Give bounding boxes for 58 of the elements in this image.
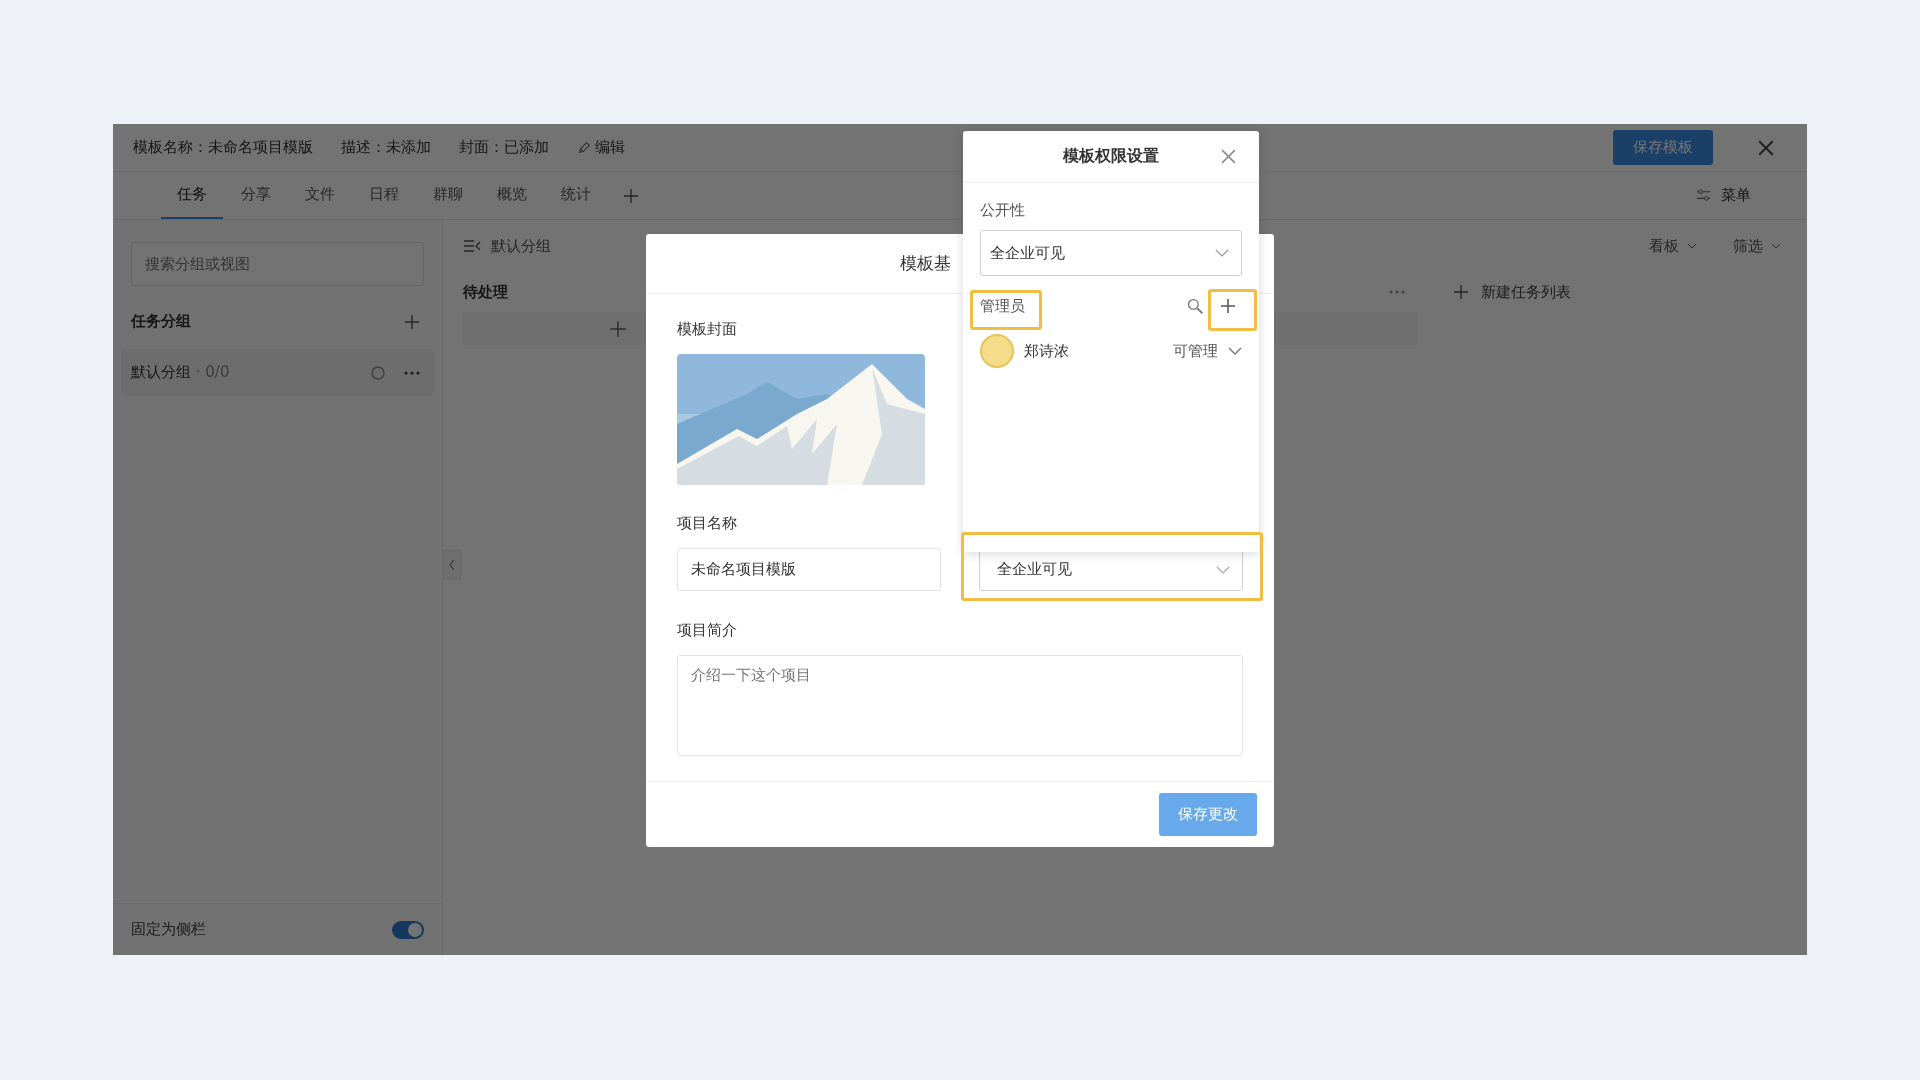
pin-toggle[interactable] [392,920,424,939]
chevron-icon [1215,249,1229,257]
save-template-button[interactable]: 保存模板 [1613,130,1713,165]
search-field[interactable]: 搜索分组或视图 [131,242,424,286]
tab[interactable]: 文件 [289,172,351,219]
collapse-list-icon[interactable] [463,240,481,252]
section-title: 任务分组 [131,312,191,331]
save-changes-button[interactable]: 保存更改 [1159,793,1257,836]
add-icon [609,319,627,338]
pin-label: 固定为侧栏 [131,920,206,939]
name-field[interactable]: 未命名项目模版 [677,548,941,591]
tab[interactable]: 日程 [353,172,415,219]
dialog-title: 模板基 [899,252,951,275]
highlight-frame [970,290,1042,330]
tab[interactable]: 统计 [545,172,607,219]
avatar [980,334,1014,368]
field-label: 项目简介 [677,620,738,641]
header-field: 封面：已添加 [459,138,549,157]
visibility-select[interactable]: 全企业可见 [980,230,1242,276]
circle-icon [370,364,386,381]
chevron-left-icon [449,559,455,571]
group-breadcrumb: 默认分组 [491,236,551,256]
menu-button[interactable]: 菜单 [1690,172,1757,219]
tab[interactable]: 群聊 [417,172,479,219]
caret-icon [1771,243,1781,249]
add-icon [1453,284,1469,300]
chevron-icon [1216,565,1230,574]
search-icon[interactable] [1187,297,1204,315]
member-name: 郑诗浓 [1024,341,1069,361]
header-field: 模板名称：未命名项目模版 [133,138,313,157]
more-icon[interactable] [1389,289,1405,295]
chevron-icon [1228,347,1242,355]
pencil-icon [577,140,591,155]
tab[interactable]: 分享 [225,172,287,219]
panel-title: 模板权限设置 [1063,146,1159,167]
header-field: 描述：未添加 [341,138,431,157]
collapse-handle[interactable] [443,550,461,580]
more-icon[interactable] [404,369,420,376]
tab[interactable]: 概览 [481,172,543,219]
filter-dropdown[interactable]: 筛选 [1727,235,1787,257]
close-icon[interactable] [1757,138,1775,157]
intro-field[interactable]: 介绍一下这个项目 [677,655,1243,756]
column-title: 待处理 [463,282,508,302]
caret-icon [1687,243,1697,249]
add-icon[interactable] [1220,298,1236,314]
field-label: 公开性 [980,201,1026,220]
view-dropdown[interactable]: 看板 [1643,235,1703,257]
field-label: 模板封面 [677,319,738,340]
add-tab-icon[interactable] [623,187,639,204]
role-dropdown[interactable]: 可管理 [1173,341,1242,361]
edit-button[interactable]: 编辑 [577,138,625,157]
new-list-button[interactable]: 新建任务列表 [1447,272,1577,312]
add-icon[interactable] [404,313,420,330]
field-label: 项目名称 [677,513,738,534]
highlight-frame [1208,289,1257,331]
close-icon[interactable] [1220,148,1237,165]
sliders-icon [1696,188,1711,203]
admins-label: 管理员 [980,296,1025,316]
